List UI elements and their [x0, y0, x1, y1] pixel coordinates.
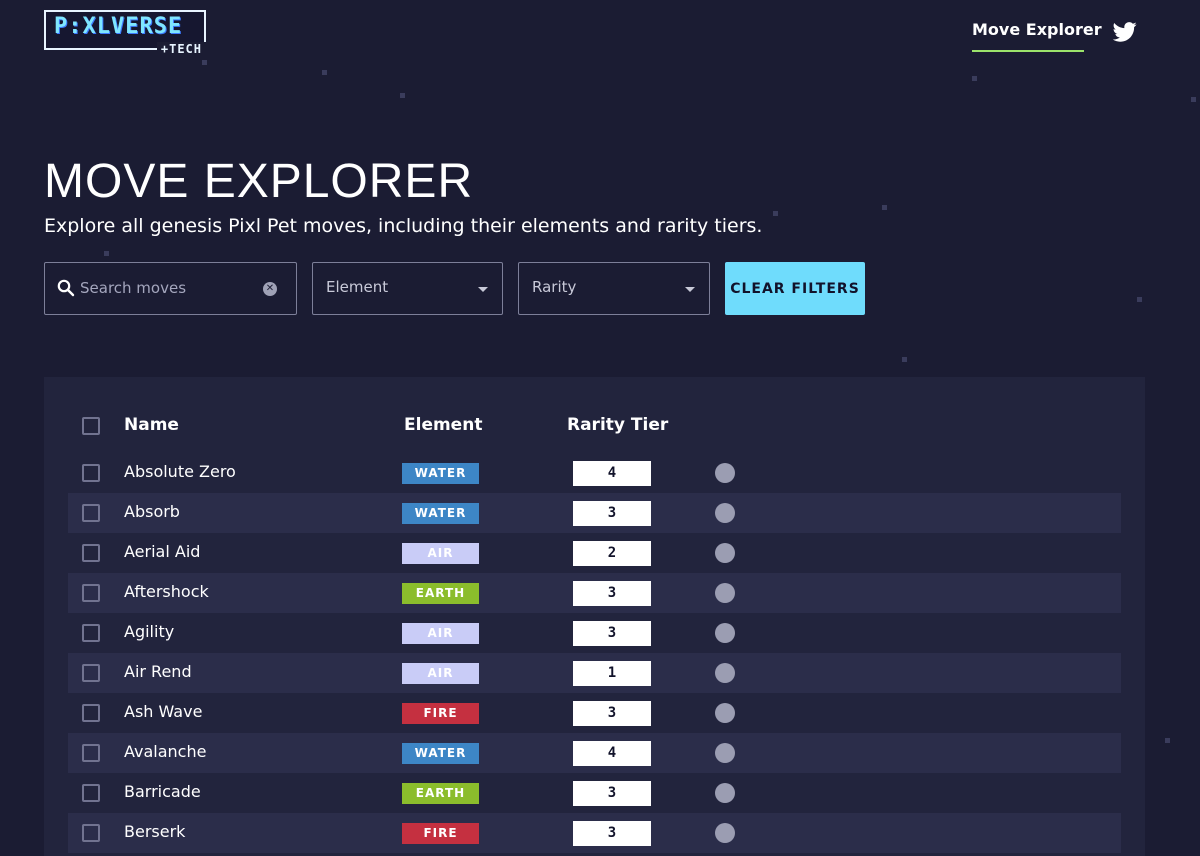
opensea-icon[interactable] — [715, 663, 735, 683]
twitter-icon[interactable] — [1113, 22, 1137, 42]
table-row[interactable]: Absolute Zero WATER 4 — [68, 453, 1121, 493]
element-badge: WATER — [402, 743, 479, 764]
row-checkbox[interactable] — [82, 784, 100, 802]
chevron-down-icon — [478, 287, 488, 292]
star-dot — [202, 60, 207, 65]
star-dot — [1165, 738, 1170, 743]
table-row[interactable]: Aerial Aid AIR 2 — [68, 533, 1121, 573]
table-row[interactable]: Air Rend AIR 1 — [68, 653, 1121, 693]
move-name: Barricade — [124, 782, 201, 801]
star-dot — [1137, 297, 1142, 302]
element-filter-label: Element — [326, 278, 389, 296]
moves-table: Name Element Rarity Tier Absolute Zero W… — [44, 377, 1145, 856]
element-badge: AIR — [402, 543, 479, 564]
clear-icon[interactable]: ✕ — [263, 282, 277, 296]
logo-wordmark: P:XLVERSE — [54, 14, 183, 39]
opensea-icon[interactable] — [715, 623, 735, 643]
star-dot — [773, 211, 778, 216]
row-checkbox[interactable] — [82, 744, 100, 762]
element-badge: WATER — [402, 463, 479, 484]
row-checkbox[interactable] — [82, 584, 100, 602]
opensea-icon[interactable] — [715, 703, 735, 723]
table-row[interactable]: Ash Wave FIRE 3 — [68, 693, 1121, 733]
move-name: Absorb — [124, 502, 180, 521]
move-name: Agility — [124, 622, 175, 641]
search-icon — [57, 279, 75, 297]
opensea-icon[interactable] — [715, 463, 735, 483]
column-header-element[interactable]: Element — [404, 415, 482, 435]
table-row[interactable]: Agility AIR 3 — [68, 613, 1121, 653]
star-dot — [1191, 97, 1196, 102]
row-checkbox[interactable] — [82, 544, 100, 562]
move-name: Aerial Aid — [124, 542, 201, 561]
table-header: Name Element Rarity Tier — [44, 409, 1145, 441]
star-dot — [902, 357, 907, 362]
opensea-icon[interactable] — [715, 503, 735, 523]
row-checkbox[interactable] — [82, 704, 100, 722]
rarity-tier: 4 — [573, 461, 651, 486]
table-row[interactable]: Berserk FIRE 3 — [68, 813, 1121, 853]
rarity-filter-select[interactable]: Rarity — [518, 262, 710, 315]
move-name: Air Rend — [124, 662, 192, 681]
search-field[interactable]: ✕ — [44, 262, 297, 315]
row-checkbox[interactable] — [82, 504, 100, 522]
column-header-name[interactable]: Name — [124, 415, 179, 435]
table-row[interactable]: Barricade EARTH 3 — [68, 773, 1121, 813]
page-subtitle: Explore all genesis Pixl Pet moves, incl… — [44, 215, 763, 237]
move-name: Absolute Zero — [124, 462, 236, 481]
rarity-filter-label: Rarity — [532, 278, 577, 296]
logo-subtext: +TECH — [156, 42, 206, 56]
rarity-tier: 3 — [573, 781, 651, 806]
search-input[interactable] — [80, 275, 260, 301]
rarity-tier: 1 — [573, 661, 651, 686]
element-badge: EARTH — [402, 583, 479, 604]
column-header-rarity[interactable]: Rarity Tier — [567, 415, 668, 435]
element-badge: EARTH — [402, 783, 479, 804]
rarity-tier: 4 — [573, 741, 651, 766]
star-dot — [972, 76, 977, 81]
opensea-icon[interactable] — [715, 583, 735, 603]
rarity-tier: 3 — [573, 501, 651, 526]
table-row[interactable]: Avalanche WATER 4 — [68, 733, 1121, 773]
page: P:XLVERSE +TECH Move Explorer MOVE EXPLO… — [0, 0, 1200, 856]
row-checkbox[interactable] — [82, 624, 100, 642]
move-name: Avalanche — [124, 742, 207, 761]
opensea-icon[interactable] — [715, 543, 735, 563]
chevron-down-icon — [685, 287, 695, 292]
table-row[interactable]: Absorb WATER 3 — [68, 493, 1121, 533]
rarity-tier: 2 — [573, 541, 651, 566]
clear-filters-button[interactable]: CLEAR FILTERS — [725, 262, 865, 315]
move-name: Ash Wave — [124, 702, 203, 721]
row-checkbox[interactable] — [82, 464, 100, 482]
row-checkbox[interactable] — [82, 664, 100, 682]
element-badge: FIRE — [402, 703, 479, 724]
rarity-tier: 3 — [573, 621, 651, 646]
star-dot — [400, 93, 405, 98]
opensea-icon[interactable] — [715, 783, 735, 803]
select-all-checkbox[interactable] — [82, 417, 100, 435]
element-badge: WATER — [402, 503, 479, 524]
star-dot — [322, 70, 327, 75]
table-body: Absolute Zero WATER 4 Absorb WATER 3 Aer… — [68, 453, 1121, 853]
move-name: Berserk — [124, 822, 186, 841]
logo[interactable]: P:XLVERSE +TECH — [44, 10, 206, 56]
table-row[interactable]: Aftershock EARTH 3 — [68, 573, 1121, 613]
rarity-tier: 3 — [573, 581, 651, 606]
star-dot — [104, 251, 109, 256]
element-badge: AIR — [402, 663, 479, 684]
move-name: Aftershock — [124, 582, 209, 601]
nav-move-explorer[interactable]: Move Explorer — [972, 20, 1102, 52]
star-dot — [882, 205, 887, 210]
row-checkbox[interactable] — [82, 824, 100, 842]
element-badge: AIR — [402, 623, 479, 644]
rarity-tier: 3 — [573, 821, 651, 846]
rarity-tier: 3 — [573, 701, 651, 726]
element-badge: FIRE — [402, 823, 479, 844]
page-title: MOVE EXPLORER — [44, 155, 474, 208]
opensea-icon[interactable] — [715, 823, 735, 843]
element-filter-select[interactable]: Element — [312, 262, 503, 315]
opensea-icon[interactable] — [715, 743, 735, 763]
